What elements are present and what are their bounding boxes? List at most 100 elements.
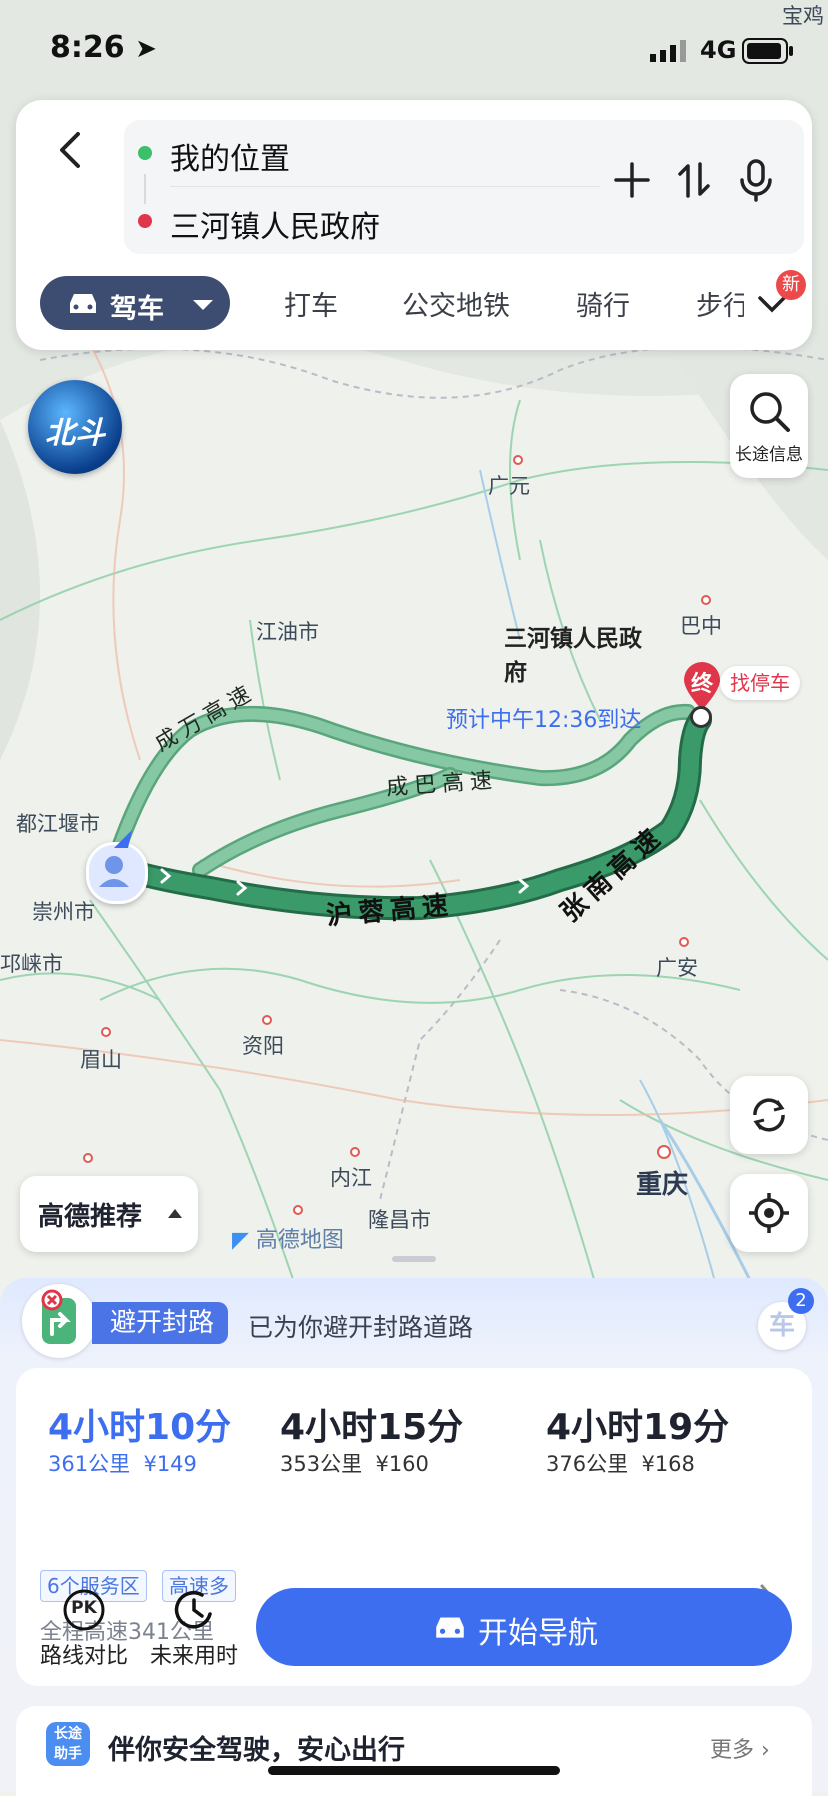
- destination-marker[interactable]: 终: [680, 660, 724, 712]
- status-bar: 8:26 ➤ 4G: [0, 0, 828, 100]
- route-input-box: 我的位置 三河镇人民政府: [124, 120, 804, 254]
- battery-icon: [742, 38, 793, 64]
- start-navigation-button[interactable]: 开始导航: [256, 1588, 792, 1666]
- add-waypoint-icon[interactable]: [612, 160, 652, 200]
- microphone-icon[interactable]: [736, 158, 776, 202]
- place-label: 崇州市: [32, 900, 95, 924]
- swap-icon[interactable]: [674, 160, 714, 200]
- home-indicator: [268, 1766, 560, 1775]
- network-type: 4G: [700, 36, 737, 64]
- more-link[interactable]: 更多 ›: [710, 1732, 770, 1764]
- tab-taxi[interactable]: 打车: [284, 284, 338, 323]
- more-link-text: 更多: [710, 1738, 755, 1763]
- pk-icon-text: PK: [71, 1598, 97, 1618]
- start-navigation-label: 开始导航: [478, 1616, 598, 1651]
- caret-down-icon: [193, 300, 213, 310]
- new-badge: 新: [776, 270, 806, 300]
- longdistance-info-label: 长途信息: [735, 445, 803, 465]
- eta-label: 预计中午12:36到达: [446, 708, 642, 733]
- locate-me-button[interactable]: [730, 1174, 808, 1252]
- route-compare-label: 路线对比: [39, 1644, 128, 1669]
- amap-watermark-text: 高德地图: [255, 1228, 344, 1253]
- destination-point: [690, 706, 712, 728]
- future-time-label: 未来用时: [149, 1644, 238, 1669]
- amap-logo-icon: ◤: [232, 1228, 249, 1253]
- destination-field[interactable]: 三河镇人民政府: [170, 202, 380, 246]
- tab-drive[interactable]: 驾车: [40, 276, 230, 330]
- end-marker-text: 终: [690, 672, 713, 697]
- assistant-badge-icon: 长途 助手: [46, 1722, 90, 1766]
- transport-mode-tabs: 驾车 打车 公交地铁 骑行 步行: [16, 272, 812, 332]
- place-label: 江油市: [256, 620, 319, 644]
- chevron-right-icon: ›: [761, 1738, 770, 1763]
- destination-dot: [138, 214, 152, 228]
- sheet-handle[interactable]: [392, 1256, 436, 1262]
- tab-drive-label: 驾车: [110, 294, 164, 325]
- recommend-dropdown[interactable]: 高德推荐: [20, 1176, 198, 1252]
- place-label: 眉山: [80, 1048, 122, 1072]
- locate-icon: [749, 1193, 789, 1233]
- input-divider: [170, 186, 600, 187]
- refresh-route-button[interactable]: [730, 1076, 808, 1154]
- place-label: 内江: [330, 1166, 372, 1190]
- search-icon: [750, 392, 790, 432]
- tab-transit[interactable]: 公交地铁: [402, 284, 510, 323]
- avoid-closure-tag: 避开封路: [92, 1302, 229, 1344]
- route-distance: 376公里: [546, 1452, 629, 1476]
- safety-text: 伴你安全驾驶，安心出行: [108, 1735, 405, 1766]
- amap-watermark: ◤ 高德地图: [232, 1222, 344, 1254]
- place-label: 邛崃市: [0, 952, 63, 976]
- route-distance: 353公里: [280, 1452, 363, 1476]
- future-time-button[interactable]: 未来用时: [144, 1588, 244, 1674]
- avoid-closure-icon: [22, 1284, 96, 1358]
- destination-map-label-line1: 三河镇人民政: [504, 626, 642, 652]
- car-count-badge: 2: [788, 1288, 814, 1314]
- route-distance: 361公里: [48, 1452, 131, 1476]
- route-connector: [144, 174, 146, 204]
- place-label: 都江堰市: [16, 812, 100, 836]
- back-arrow-icon[interactable]: [42, 122, 98, 178]
- location-arrow-icon: ➤: [135, 34, 157, 64]
- tab-cycling[interactable]: 骑行: [576, 284, 630, 323]
- place-label: 资阳: [242, 1034, 284, 1058]
- place-label: 广元: [488, 474, 530, 498]
- route-option[interactable]: 4小时15分 353公里 ¥160: [280, 1368, 546, 1478]
- beidou-logo-text: 北斗: [45, 416, 105, 451]
- place-label: 广安: [656, 956, 698, 980]
- origin-field[interactable]: 我的位置: [170, 134, 290, 178]
- route-distance-cost: 361公里 ¥149: [48, 1448, 197, 1478]
- origin-dot: [138, 146, 152, 160]
- route-compare-button[interactable]: PK 路线对比: [34, 1588, 134, 1674]
- route-cost: ¥160: [375, 1452, 429, 1476]
- route-distance-cost: 376公里 ¥168: [546, 1448, 695, 1478]
- refresh-icon: [753, 1098, 785, 1132]
- route-time: 4小时19分: [546, 1407, 730, 1448]
- car-icon: [436, 1617, 464, 1638]
- clock-icon: [174, 1591, 212, 1629]
- status-time-text: 8:26: [50, 30, 125, 65]
- route-option-selected[interactable]: 4小时10分 361公里 ¥149: [16, 1368, 280, 1478]
- route-distance-cost: 353公里 ¥160: [280, 1448, 429, 1478]
- route-time: 4小时10分: [48, 1407, 232, 1448]
- tab-walking[interactable]: 步行: [696, 284, 744, 323]
- destination-map-label-line2: 府: [504, 660, 527, 686]
- destination-map-label: 三河镇人民政 府: [504, 622, 642, 690]
- heading-arrow-icon: [114, 830, 132, 848]
- safety-assistant-banner[interactable]: 长途助手 伴你安全驾驶，安心出行 更多 ›: [16, 1706, 812, 1796]
- signal-icon: [650, 40, 686, 62]
- car-icon: [70, 294, 96, 313]
- avoid-closure-desc: 已为你避开封路道路: [248, 1313, 474, 1342]
- assistant-badge-line1: 长途: [54, 1726, 82, 1742]
- beidou-logo[interactable]: 北斗: [28, 380, 122, 474]
- status-time: 8:26 ➤: [50, 30, 157, 65]
- find-parking-button[interactable]: 找停车: [720, 666, 800, 700]
- user-avatar-icon: [99, 856, 129, 887]
- caret-up-icon: [168, 1209, 182, 1218]
- route-cost: ¥168: [641, 1452, 695, 1476]
- recommend-label: 高德推荐: [38, 1202, 143, 1232]
- assistant-badge-line2: 助手: [54, 1746, 82, 1762]
- route-option[interactable]: 4小时19分 376公里 ¥168: [546, 1368, 812, 1478]
- route-cost: ¥149: [143, 1452, 197, 1476]
- place-label: 隆昌市: [368, 1208, 431, 1232]
- longdistance-info-button[interactable]: 长途信息: [730, 374, 808, 478]
